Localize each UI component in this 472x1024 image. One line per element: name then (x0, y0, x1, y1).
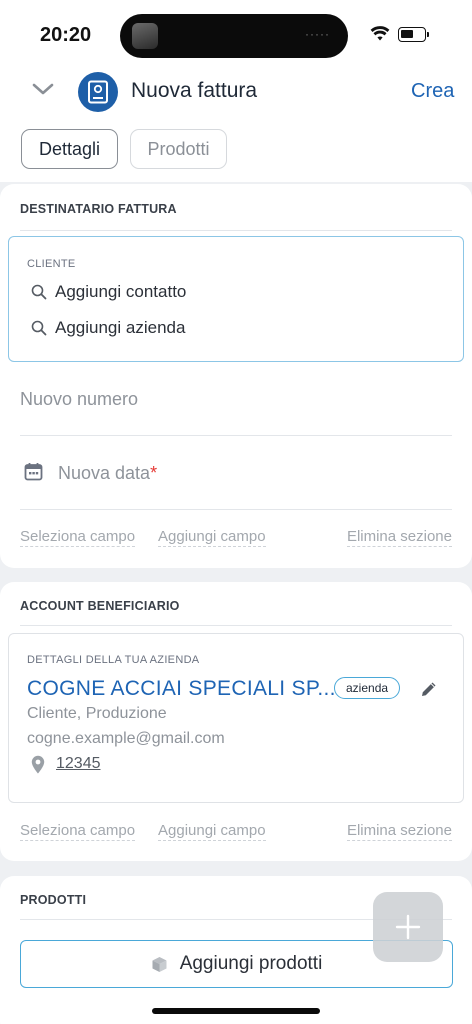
battery-icon (398, 27, 426, 42)
products-section-title: PRODOTTI (20, 893, 87, 907)
delete-section-link[interactable]: Elimina sezione (346, 822, 452, 841)
wifi-icon (370, 26, 390, 41)
company-email[interactable]: cogne.example@gmail.com (27, 730, 225, 748)
chevron-down-icon[interactable] (32, 82, 54, 96)
add-field-link[interactable]: Aggiungi campo (158, 822, 266, 841)
island-indicator: ····· (305, 27, 330, 41)
company-card[interactable]: DETTAGLI DELLA TUA AZIENDA COGNE ACCIAI … (8, 633, 464, 803)
search-icon (31, 284, 47, 300)
status-time: 20:20 (40, 24, 92, 46)
page-title: Nuova fattura (131, 79, 258, 102)
add-products-label: Aggiungi prodotti (179, 953, 323, 974)
add-company-button[interactable]: Aggiungi azienda (31, 318, 185, 338)
invoice-date-field[interactable]: Nuova data* (58, 463, 157, 484)
create-button[interactable]: Crea (411, 80, 454, 103)
dynamic-island: ····· (120, 14, 348, 58)
add-contact-label: Aggiungi contatto (55, 282, 187, 301)
client-label: CLIENTE (27, 258, 76, 270)
add-company-label: Aggiungi azienda (55, 318, 186, 337)
divider (20, 509, 452, 510)
company-name[interactable]: COGNE ACCIAI SPECIALI SP... (27, 677, 336, 701)
divider (20, 435, 452, 436)
tab-dettagli[interactable]: Dettagli (21, 129, 118, 169)
plus-icon (395, 914, 421, 940)
company-tags: Cliente, Produzione (27, 705, 167, 722)
battery-cap (427, 32, 429, 37)
box-icon (152, 956, 167, 972)
divider (20, 625, 452, 626)
invoice-app-icon (78, 72, 118, 112)
company-type-badge: azienda (334, 677, 401, 699)
media-thumbnail (132, 23, 158, 49)
invoice-number-field[interactable]: Nuovo numero (20, 389, 138, 410)
postal-code[interactable]: 12345 (56, 755, 101, 773)
pencil-icon[interactable] (420, 680, 438, 698)
tab-prodotti[interactable]: Prodotti (130, 129, 227, 169)
select-field-link[interactable]: Seleziona campo (20, 528, 136, 547)
add-contact-button[interactable]: Aggiungi contatto (31, 282, 186, 302)
delete-section-link[interactable]: Elimina sezione (346, 528, 452, 547)
calendar-icon (24, 463, 43, 481)
beneficiary-section-title: ACCOUNT BENEFICIARIO (20, 599, 180, 613)
required-mark: * (150, 463, 158, 483)
divider (20, 230, 452, 231)
company-details-label: DETTAGLI DELLA TUA AZIENDA (27, 654, 200, 666)
recipient-section-title: DESTINATARIO FATTURA (20, 202, 177, 216)
add-field-link[interactable]: Aggiungi campo (158, 528, 266, 547)
search-icon (31, 320, 47, 336)
home-indicator[interactable] (152, 1008, 320, 1014)
select-field-link[interactable]: Seleziona campo (20, 822, 136, 841)
location-pin-icon (31, 755, 45, 774)
client-field-box[interactable]: CLIENTE Aggiungi contatto Aggiungi azien… (8, 236, 464, 362)
invoice-date-label: Nuova data (58, 463, 151, 483)
add-fab-button[interactable] (373, 892, 443, 962)
